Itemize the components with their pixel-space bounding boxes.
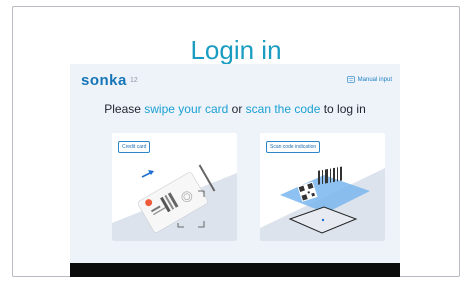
keyboard-icon [346,76,355,83]
prompt-part1: Please [104,102,145,116]
scan-code-label: Scan code indication [266,141,321,153]
credit-card-label: Credit card [118,141,151,153]
scan-code-option[interactable]: Scan code indication [260,133,385,241]
login-instruction: Please swipe your card or scan the code … [70,102,400,116]
prompt-swipe: swipe your card [144,102,229,116]
prompt-scan: scan the code [245,102,321,116]
manual-input-button[interactable]: Manual input [346,76,392,83]
brand-logo: sonka [81,72,127,89]
manual-input-label: Manual input [357,76,392,83]
prompt-part2: to log in [320,102,366,116]
page-title: Login in [190,35,282,65]
terminal-code: 12 [130,77,138,84]
login-panel: sonka 12 Manual input Please swipe your … [70,64,400,271]
prompt-or: or [228,102,246,116]
bottom-bar [70,263,400,277]
credit-card-option[interactable]: Credit card [112,133,237,241]
